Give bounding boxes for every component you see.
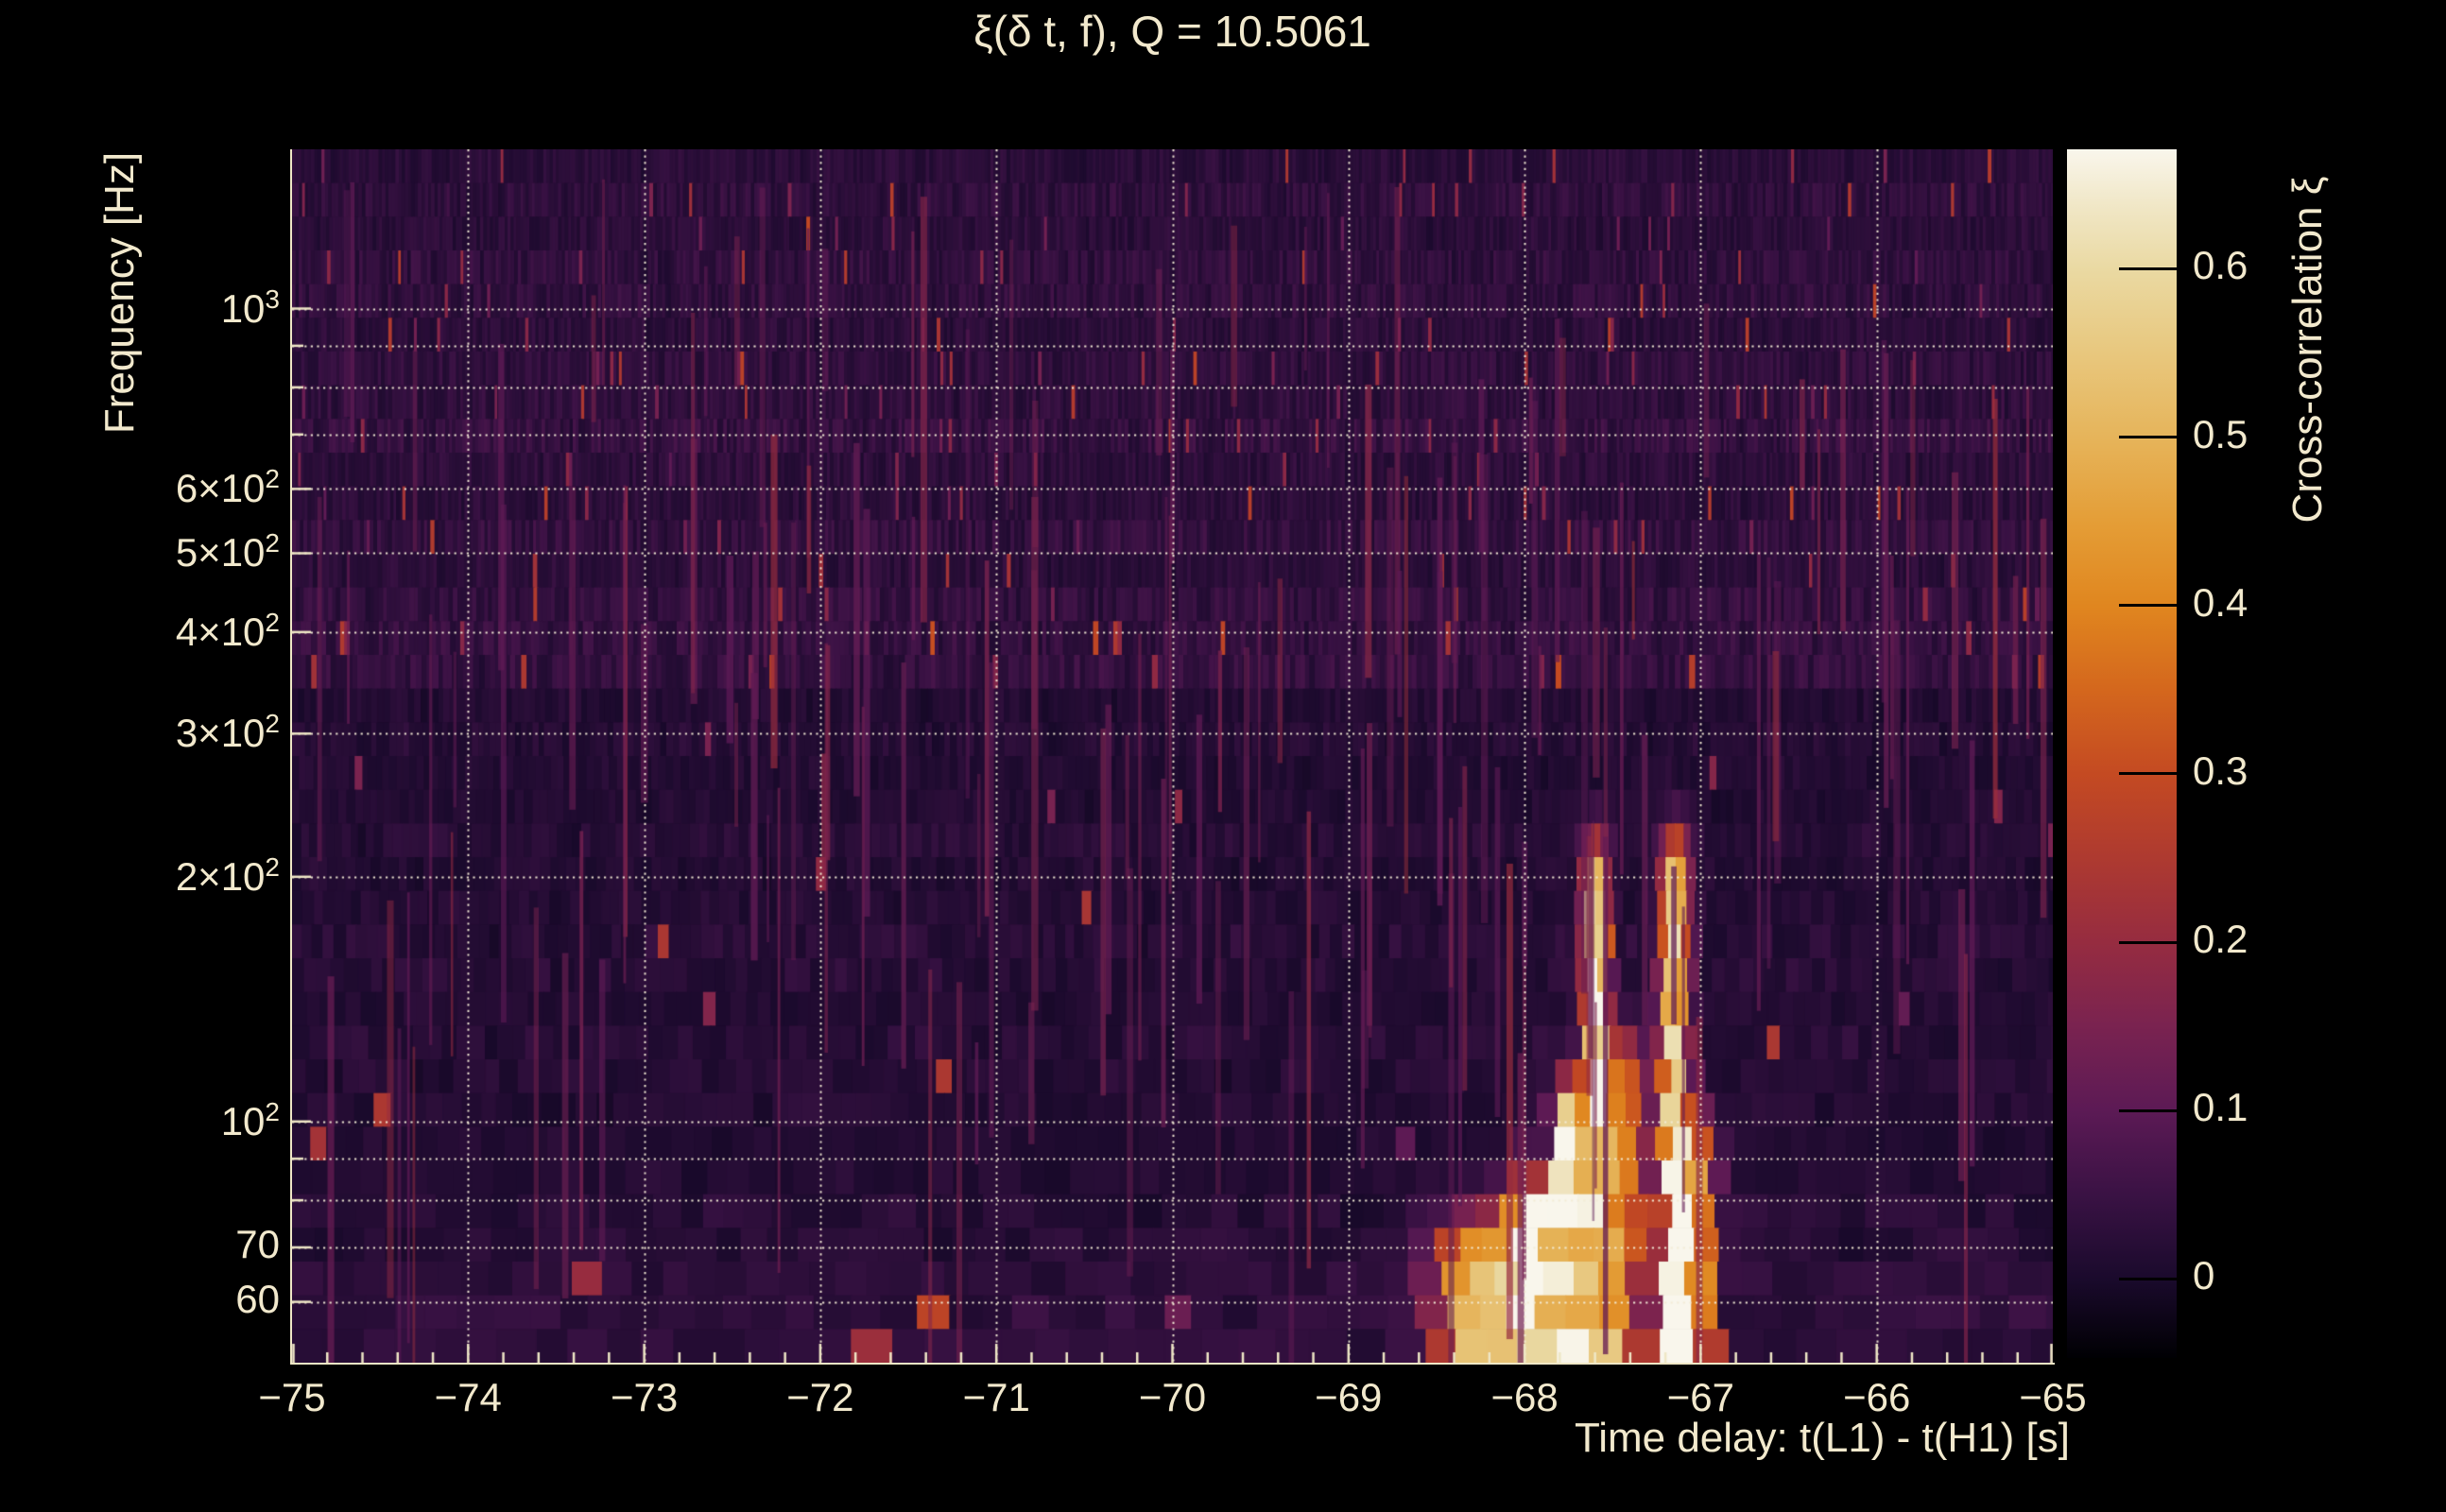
colorbar-tick [2119,436,2177,438]
x-tick-label: −74 [402,1378,534,1418]
colorbar-tick-label: 0.6 [2193,246,2382,285]
colorbar-tick-label: 0.3 [2193,751,2382,791]
colorbar-tick-label: 0 [2193,1256,2382,1296]
colorbar-tick [2119,604,2177,607]
x-tick-label: −75 [226,1378,358,1418]
y-tick-label: 4×102 [91,610,280,652]
colorbar [2067,149,2177,1358]
colorbar-tick [2119,941,2177,944]
x-axis-line [290,1363,2055,1365]
x-tick-label: −65 [1987,1378,2119,1418]
colorbar-tick-label: 0.5 [2193,415,2382,455]
x-tick-label: −72 [754,1378,887,1418]
y-tick-label: 6×102 [91,466,280,508]
heatmap-canvas [292,149,2053,1363]
y-tick-label: 102 [91,1099,280,1142]
colorbar-tick-label: 0.2 [2193,919,2382,959]
colorbar-tick [2119,1278,2177,1280]
y-tick-label: 5×102 [91,530,280,573]
x-tick-label: −66 [1811,1378,1943,1418]
x-tick-label: −69 [1283,1378,1415,1418]
y-axis-line [290,149,292,1365]
colorbar-tick [2119,772,2177,775]
y-tick-label: 3×102 [91,711,280,753]
y-tick-label: 2×102 [91,854,280,897]
x-tick-label: −67 [1634,1378,1766,1418]
colorbar-tick-label: 0.1 [2193,1088,2382,1127]
x-tick-label: −71 [930,1378,1062,1418]
chart-title: ξ(δ t, f), Q = 10.5061 [292,6,2053,58]
y-tick-label: 103 [91,286,280,329]
colorbar-tick-label: 0.4 [2193,583,2382,623]
y-tick-label: 70 [91,1225,280,1264]
x-axis-label: Time delay: t(L1) - t(H1) [s] [1575,1418,2070,1459]
colorbar-tick [2119,1109,2177,1112]
colorbar-tick [2119,267,2177,270]
x-tick-label: −70 [1107,1378,1239,1418]
x-tick-label: −68 [1458,1378,1591,1418]
x-tick-label: −73 [578,1378,711,1418]
y-tick-label: 60 [91,1280,280,1319]
colorbar-label: Cross-correlation ξ [2287,177,2329,524]
qscan-figure: ξ(δ t, f), Q = 10.5061 Time delay: t(L1)… [0,0,2446,1512]
